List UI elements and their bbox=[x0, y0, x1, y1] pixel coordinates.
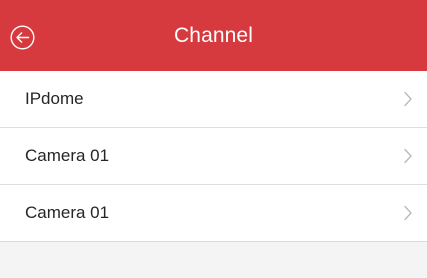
channel-item-label: Camera 01 bbox=[25, 146, 110, 165]
chevron-right-icon bbox=[404, 91, 412, 107]
page-title: Channel bbox=[174, 23, 253, 47]
channel-item-ipdome[interactable]: IPdome bbox=[0, 71, 427, 128]
chevron-right-icon bbox=[404, 205, 412, 221]
channel-item-label: Camera 01 bbox=[25, 203, 110, 222]
back-button[interactable] bbox=[10, 25, 35, 50]
channel-list: IPdome Camera 01 Camera 01 bbox=[0, 71, 427, 242]
chevron-right-icon bbox=[404, 148, 412, 164]
header-bar: Channel bbox=[0, 0, 427, 71]
channel-item-label: IPdome bbox=[25, 89, 84, 108]
channel-item-camera-01[interactable]: Camera 01 bbox=[0, 128, 427, 185]
channel-item-camera-01-second[interactable]: Camera 01 bbox=[0, 185, 427, 242]
